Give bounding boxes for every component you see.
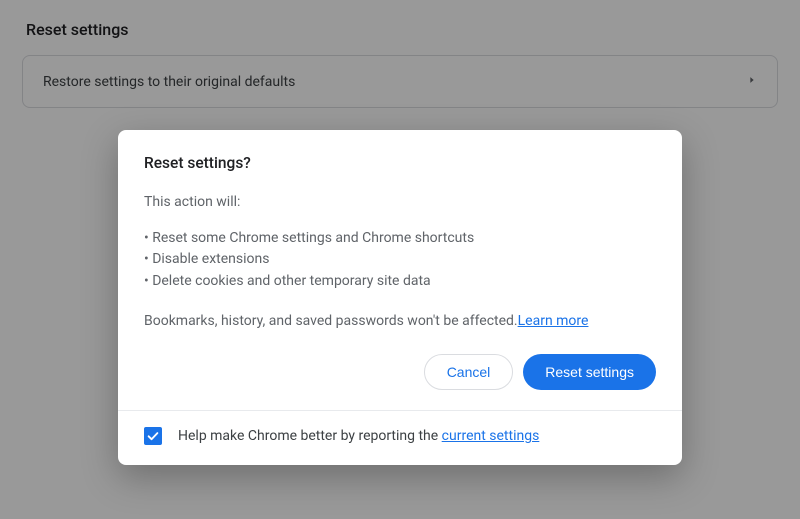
footer-prefix: Help make Chrome better by reporting the [178, 428, 442, 444]
bullet-item: • Delete cookies and other temporary sit… [144, 271, 656, 293]
modal-overlay: Reset settings? This action will: • Rese… [0, 0, 800, 519]
footnote-text: Bookmarks, history, and saved passwords … [144, 313, 518, 329]
dialog-text: This action will: • Reset some Chrome se… [144, 192, 656, 332]
dialog-footer: Help make Chrome better by reporting the… [118, 410, 682, 465]
dialog-bullets: • Reset some Chrome settings and Chrome … [144, 228, 656, 293]
dialog-actions: Cancel Reset settings [144, 354, 656, 390]
dialog-intro: This action will: [144, 192, 656, 214]
learn-more-link[interactable]: Learn more [518, 313, 589, 329]
cancel-button[interactable]: Cancel [424, 354, 514, 390]
bullet-item: • Disable extensions [144, 249, 656, 271]
dialog-footnote: Bookmarks, history, and saved passwords … [144, 311, 656, 333]
footer-text: Help make Chrome better by reporting the… [178, 428, 539, 444]
current-settings-link[interactable]: current settings [442, 428, 540, 444]
report-settings-checkbox[interactable] [144, 427, 162, 445]
reset-settings-dialog: Reset settings? This action will: • Rese… [118, 130, 682, 465]
reset-settings-button[interactable]: Reset settings [523, 354, 656, 390]
bullet-item: • Reset some Chrome settings and Chrome … [144, 228, 656, 250]
dialog-body: Reset settings? This action will: • Rese… [118, 130, 682, 410]
dialog-title: Reset settings? [144, 154, 656, 172]
